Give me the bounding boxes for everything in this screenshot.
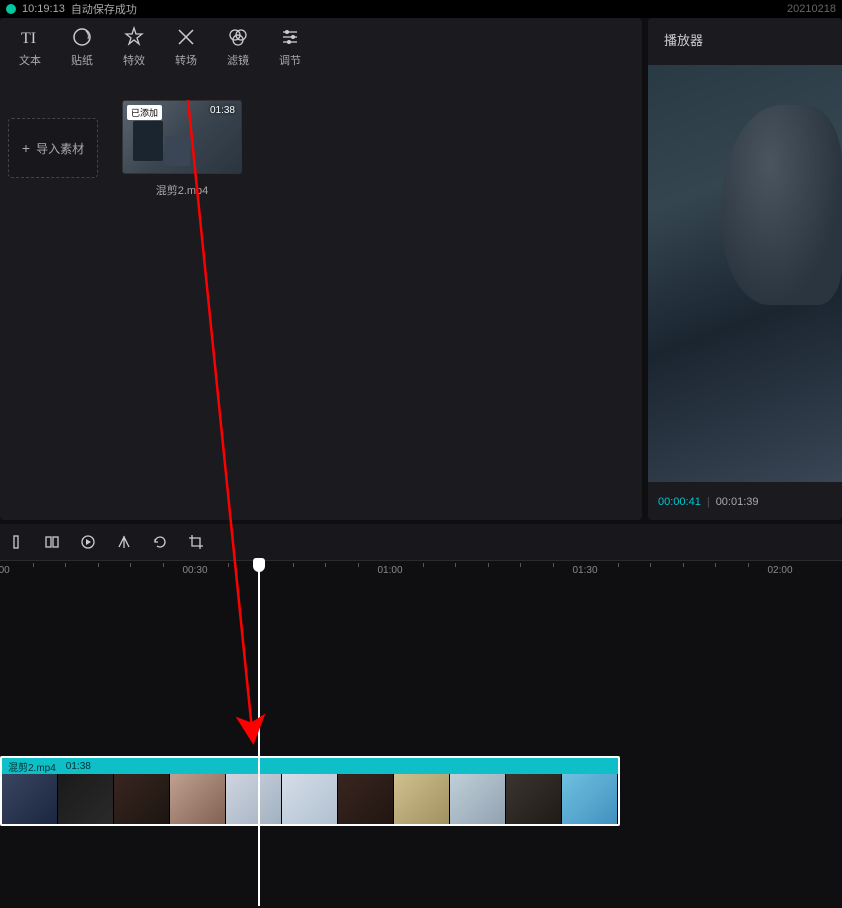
- clip-thumbnails: [2, 774, 618, 826]
- media-panel: TI 文本 贴纸 特效 转场: [0, 18, 642, 520]
- import-label: 导入素材: [36, 140, 84, 157]
- media-thumbnail: 已添加 01:38: [122, 100, 242, 174]
- clip-name: 混剪2.mp4: [8, 759, 56, 774]
- preview-title: 播放器: [648, 18, 842, 61]
- split-tool[interactable]: [6, 532, 26, 552]
- tab-effects[interactable]: 特效: [108, 26, 160, 68]
- playhead-handle[interactable]: [253, 558, 265, 572]
- plus-icon: +: [22, 140, 30, 156]
- preview-time-info: 00:00:41 | 00:01:39: [648, 482, 842, 520]
- tool-tab-bar: TI 文本 贴纸 特效 转场: [0, 18, 642, 78]
- media-duration: 01:38: [210, 105, 235, 116]
- sticker-icon: [71, 26, 93, 48]
- video-preview[interactable]: [648, 65, 842, 482]
- ruler-label: 01:30: [572, 565, 597, 576]
- mirror-tool[interactable]: [114, 532, 134, 552]
- tab-text[interactable]: TI 文本: [4, 26, 56, 68]
- media-item[interactable]: 已添加 01:38 混剪2.mp4: [122, 100, 242, 198]
- speed-tool[interactable]: [78, 532, 98, 552]
- preview-total-time: 00:01:39: [716, 496, 759, 508]
- transition-icon: [175, 26, 197, 48]
- ruler-label: 0:00: [0, 565, 10, 576]
- tab-transition[interactable]: 转场: [160, 26, 212, 68]
- preview-current-time: 00:00:41: [658, 496, 701, 508]
- timeline-playhead[interactable]: [258, 560, 260, 906]
- rotate-tool[interactable]: [150, 532, 170, 552]
- preview-panel: 播放器 00:00:41 | 00:01:39: [648, 18, 842, 520]
- tab-filter[interactable]: 滤镜: [212, 26, 264, 68]
- status-time: 10:19:13: [22, 3, 65, 15]
- time-divider: |: [707, 496, 710, 508]
- status-indicator-dot: [6, 4, 16, 14]
- timeline-toolbar: [0, 524, 842, 560]
- delete-left-tool[interactable]: [42, 532, 62, 552]
- svg-text:TI: TI: [21, 30, 36, 47]
- tab-sticker[interactable]: 贴纸: [56, 26, 108, 68]
- status-date: 20210218: [787, 3, 836, 15]
- text-icon: TI: [19, 26, 41, 48]
- timeline-ruler[interactable]: 0:00 00:30 01:00 01:30 02:00: [0, 560, 842, 582]
- clip-header: 混剪2.mp4 01:38: [2, 758, 618, 774]
- adjust-icon: [279, 26, 301, 48]
- status-bar: 10:19:13 自动保存成功 20210218: [0, 0, 842, 18]
- ruler-label: 02:00: [767, 565, 792, 576]
- media-added-badge: 已添加: [127, 105, 162, 120]
- timeline-clip[interactable]: 混剪2.mp4 01:38: [0, 756, 620, 826]
- import-media-button[interactable]: + 导入素材: [8, 118, 98, 178]
- media-filename: 混剪2.mp4: [122, 182, 242, 198]
- tab-adjust[interactable]: 调节: [264, 26, 316, 68]
- ruler-label: 01:00: [377, 565, 402, 576]
- effects-icon: [123, 26, 145, 48]
- status-save-message: 自动保存成功: [71, 1, 137, 17]
- ruler-label: 00:30: [182, 565, 207, 576]
- crop-tool[interactable]: [186, 532, 206, 552]
- timeline-track-area[interactable]: 混剪2.mp4 01:38: [0, 582, 842, 908]
- filter-icon: [227, 26, 249, 48]
- clip-duration: 01:38: [66, 761, 91, 772]
